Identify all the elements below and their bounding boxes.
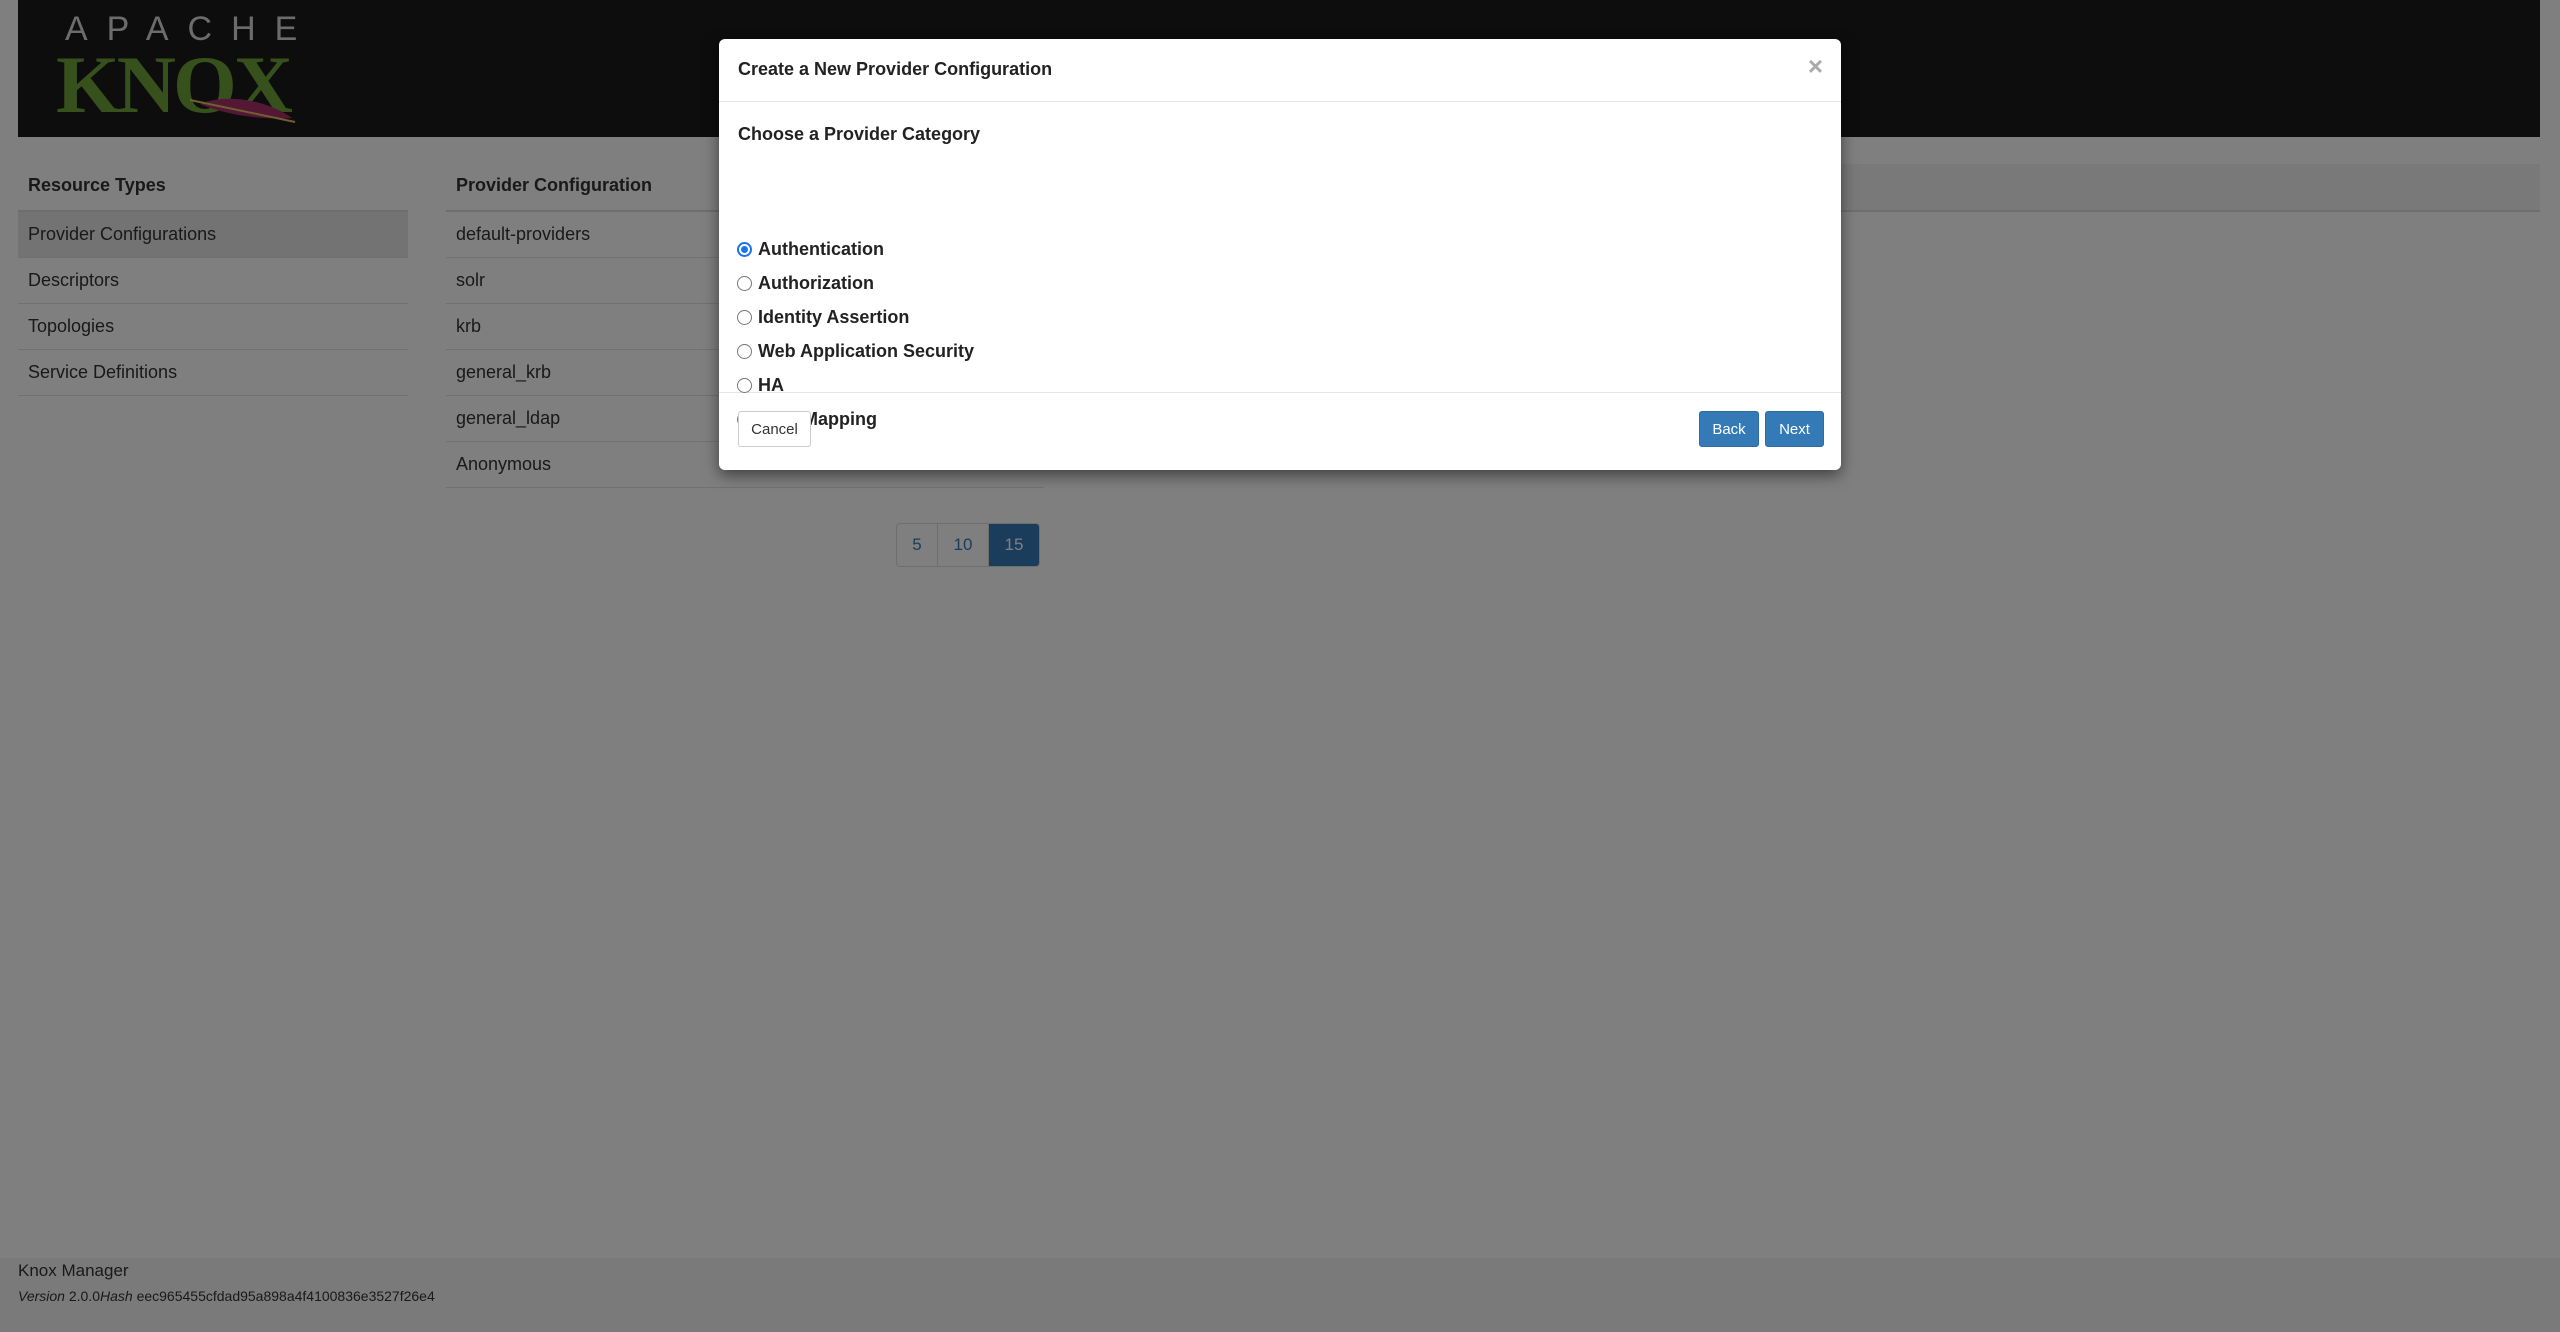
radio-label: Identity Assertion — [758, 306, 910, 327]
back-button[interactable]: Back — [1699, 411, 1759, 447]
radio-option-authorization[interactable]: Authorization — [737, 271, 874, 295]
modal-title: Create a New Provider Configuration — [738, 59, 1053, 79]
modal-header: Create a New Provider Configuration × — [719, 39, 1841, 102]
provider-category-prompt: Choose a Provider Category — [738, 124, 981, 144]
modal-footer: Cancel Back Next — [719, 393, 1841, 470]
next-button[interactable]: Next — [1765, 411, 1824, 447]
create-provider-config-modal: Create a New Provider Configuration × Ch… — [719, 39, 1841, 470]
radio-option-web-application-security[interactable]: Web Application Security — [737, 339, 974, 363]
radio-button[interactable] — [737, 343, 752, 359]
radio-button[interactable] — [737, 241, 752, 257]
radio-label: Web Application Security — [758, 340, 975, 361]
radio-button[interactable] — [737, 275, 752, 291]
radio-label: Authorization — [758, 272, 874, 293]
modal-body: Choose a Provider Category Authenticatio… — [719, 102, 1841, 429]
radio-button[interactable] — [737, 377, 752, 393]
radio-button[interactable] — [737, 309, 752, 325]
radio-option-identity-assertion[interactable]: Identity Assertion — [737, 305, 909, 329]
radio-label: Authentication — [758, 238, 884, 259]
radio-option-authentication[interactable]: Authentication — [737, 237, 884, 261]
cancel-button[interactable]: Cancel — [738, 411, 811, 447]
close-icon[interactable]: × — [1808, 53, 1823, 79]
